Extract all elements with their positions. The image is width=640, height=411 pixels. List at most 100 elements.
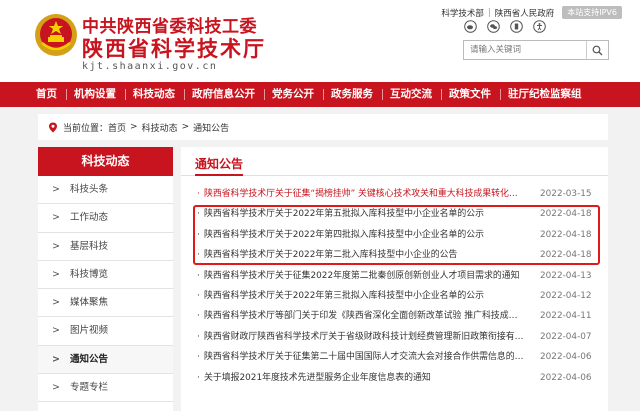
news-item[interactable]: · 陕西省财政厅陕西省科学技术厅关于省级财政科技计划经费管理新旧政策衔接有关事项的… xyxy=(181,327,608,347)
location-pin-icon xyxy=(49,122,57,132)
sidebar-item-label: 媒体聚焦 xyxy=(70,297,109,309)
search-input[interactable] xyxy=(470,43,580,57)
news-title[interactable]: 关于填报2021年度技术先进型服务企业年度信息表的通知 xyxy=(204,368,526,388)
sidebar-item-headlines[interactable]: > 科技头条 xyxy=(38,176,173,205)
news-date: 2022-04-18 xyxy=(540,209,592,220)
bullet-icon: · xyxy=(197,311,200,322)
news-title[interactable]: 陕西省科学技术厅关于2022年第五批拟入库科技型中小企业名单的公示 xyxy=(204,204,526,224)
sidebar-title: 科技动态 xyxy=(38,147,173,176)
news-item[interactable]: · 陕西省科学技术厅关于2022年第四批拟入库科技型中小企业名单的公示 2022-0… xyxy=(181,225,608,245)
nav-sci-news[interactable]: 科技动态 xyxy=(124,82,184,107)
news-item[interactable]: · 关于填报2021年度技术先进型服务企业年度信息表的通知 2022-04-06 xyxy=(181,368,608,388)
bullet-icon: · xyxy=(197,250,200,261)
sidebar-item-label: 专题专栏 xyxy=(70,382,109,394)
news-item[interactable]: · 陕西省科学技术厅关于2022年第五批拟入库科技型中小企业名单的公示 2022-0… xyxy=(181,204,608,224)
sidebar: 科技动态 > 科技头条 > 工作动态 > 基层科技 > 科技博览 > 媒体聚焦 > 图片视频… xyxy=(38,147,173,411)
top-links: 科学技术部 | 陕西省人民政府 本站支持IPV6 xyxy=(441,6,622,19)
news-list: · 陕西省科学技术厅关于征集“揭榜挂帅” 关键核心技术攻关和重大科技成果转化项目的… xyxy=(181,184,608,388)
search-icon xyxy=(592,45,603,55)
breadcrumb-separator: > xyxy=(181,122,190,132)
chevron-right-icon: > xyxy=(52,382,60,394)
nav-party-affairs[interactable]: 党务公开 xyxy=(263,82,323,107)
social-icons xyxy=(464,20,546,33)
news-date: 2022-03-15 xyxy=(540,189,592,199)
sidebar-item-label: 通知公告 xyxy=(70,353,109,365)
link-most[interactable]: 科学技术部 xyxy=(441,7,484,19)
sidebar-item-expo[interactable]: > 科技博览 xyxy=(38,261,173,290)
chevron-right-icon: > xyxy=(52,240,60,252)
page: 中共陕西省委科技工委 陕西省科学技术厅 kjt.shaanxi.gov.cn 科… xyxy=(0,0,640,411)
news-title[interactable]: 陕西省科学技术厅关于征集“揭榜挂帅” 关键核心技术攻关和重大科技成果转化项目的通… xyxy=(204,184,526,204)
bullet-icon: · xyxy=(197,372,200,383)
nav-organization[interactable]: 机构设置 xyxy=(65,82,125,107)
breadcrumb-label: 当前位置： xyxy=(63,123,109,134)
link-shaanxi-gov[interactable]: 陕西省人民政府 xyxy=(495,7,555,19)
nav-gov-services[interactable]: 政务服务 xyxy=(322,82,382,107)
national-emblem-icon xyxy=(35,14,77,56)
ipv6-badge: 本站支持IPV6 xyxy=(562,6,622,19)
sidebar-item-label: 工作动态 xyxy=(70,212,109,224)
nav-home[interactable]: 首页 xyxy=(0,82,66,107)
chevron-right-icon: > xyxy=(52,212,60,224)
site-header: 中共陕西省委科技工委 陕西省科学技术厅 kjt.shaanxi.gov.cn 科… xyxy=(0,0,640,82)
section-title: 通知公告 xyxy=(195,157,244,171)
news-item[interactable]: · 陕西省科学技术厅关于征集第二十届中国国际人才交流大会对接合作供需信息的通知 20… xyxy=(181,347,608,367)
bullet-icon: · xyxy=(197,290,200,301)
news-title[interactable]: 陕西省科学技术厅等部门关于印发《陕西省深化全面创新改革试验 推广科技成果转化经验… xyxy=(204,306,526,326)
search-box xyxy=(463,40,609,60)
separator: | xyxy=(487,7,491,18)
news-date: 2022-04-12 xyxy=(540,290,592,301)
news-item[interactable]: · 陕西省科学技术厅关于征集2022年度第二批秦创原创新创业人才项目需求的通知 20… xyxy=(181,266,608,286)
news-date: 2022-04-06 xyxy=(540,372,592,383)
breadcrumb-notices[interactable]: 通知公告 xyxy=(193,121,229,134)
nav-discipline[interactable]: 驻厅纪检监察组 xyxy=(499,82,591,107)
bullet-icon: · xyxy=(197,331,200,342)
news-item[interactable]: · 陕西省科学技术厅关于2022年第三批拟入库科技型中小企业名单的公示 2022-0… xyxy=(181,286,608,306)
sidebar-item-notices[interactable]: > 通知公告 xyxy=(38,345,173,375)
chevron-right-icon: > xyxy=(52,184,60,195)
sidebar-item-work-news[interactable]: > 工作动态 xyxy=(38,204,173,233)
weibo-icon[interactable] xyxy=(464,20,477,33)
nav-interaction[interactable]: 互动交流 xyxy=(381,82,441,107)
news-item[interactable]: · 陕西省科学技术厅关于征集“揭榜挂帅” 关键核心技术攻关和重大科技成果转化项目的… xyxy=(181,184,608,204)
site-title-line2: 陕西省科学技术厅 xyxy=(82,37,266,61)
sidebar-item-label: 科技头条 xyxy=(70,184,109,195)
news-date: 2022-04-06 xyxy=(540,352,592,363)
news-date: 2022-04-13 xyxy=(540,270,592,281)
news-date: 2022-04-07 xyxy=(540,331,592,342)
chevron-right-icon: > xyxy=(52,268,60,280)
breadcrumb-sci-news[interactable]: 科技动态 xyxy=(142,121,178,134)
bullet-icon: · xyxy=(197,352,200,363)
news-title[interactable]: 陕西省科学技术厅关于2022年第四批拟入库科技型中小企业名单的公示 xyxy=(204,225,526,245)
news-title[interactable]: 陕西省科学技术厅关于征集第二十届中国国际人才交流大会对接合作供需信息的通知 xyxy=(204,347,526,367)
news-title[interactable]: 陕西省科学技术厅关于2022年第二批入库科技型中小企业的公告 xyxy=(204,245,526,265)
news-date: 2022-04-11 xyxy=(540,311,592,322)
sidebar-item-special-topics[interactable]: > 专题专栏 xyxy=(38,374,173,403)
news-item[interactable]: · 陕西省科学技术厅关于2022年第二批入库科技型中小企业的公告 2022-04-1… xyxy=(181,245,608,265)
wechat-icon[interactable] xyxy=(487,20,500,33)
sidebar-item-label: 科技博览 xyxy=(70,268,109,280)
news-title[interactable]: 陕西省财政厅陕西省科学技术厅关于省级财政科技计划经费管理新旧政策衔接有关事项的通… xyxy=(204,327,526,347)
sidebar-item-label: 基层科技 xyxy=(70,240,109,252)
bullet-icon: · xyxy=(197,229,200,240)
nav-gov-info[interactable]: 政府信息公开 xyxy=(183,82,264,107)
sidebar-item-photos-videos[interactable]: > 图片视频 xyxy=(38,317,173,346)
nav-policy[interactable]: 政策文件 xyxy=(440,82,500,107)
accessibility-icon[interactable] xyxy=(533,20,546,33)
bullet-icon: · xyxy=(197,189,200,199)
sidebar-item-media[interactable]: > 媒体聚焦 xyxy=(38,289,173,318)
main-content: 通知公告 · 陕西省科学技术厅关于征集“揭榜挂帅” 关键核心技术攻关和重大科技成果… xyxy=(181,147,608,411)
breadcrumb-home[interactable]: 首页 xyxy=(108,121,126,134)
bullet-icon: · xyxy=(197,209,200,220)
news-item[interactable]: · 陕西省科学技术厅等部门关于印发《陕西省深化全面创新改革试验 推广科技成果转化经… xyxy=(181,306,608,326)
chevron-right-icon: > xyxy=(52,297,60,309)
search-button[interactable] xyxy=(586,41,608,59)
news-title[interactable]: 陕西省科学技术厅关于征集2022年度第二批秦创原创新创业人才项目需求的通知 xyxy=(204,266,526,286)
sidebar-item-grassroots[interactable]: > 基层科技 xyxy=(38,233,173,261)
mobile-icon[interactable] xyxy=(510,20,523,33)
chevron-right-icon: > xyxy=(52,353,60,365)
breadcrumb-separator: > xyxy=(130,122,138,132)
news-title[interactable]: 陕西省科学技术厅关于2022年第三批拟入库科技型中小企业名单的公示 xyxy=(204,286,526,306)
main-nav: 首页 机构设置 科技动态 政府信息公开 党务公开 政务服务 互动交流 政策文件 … xyxy=(0,82,640,107)
section-divider xyxy=(181,175,608,176)
